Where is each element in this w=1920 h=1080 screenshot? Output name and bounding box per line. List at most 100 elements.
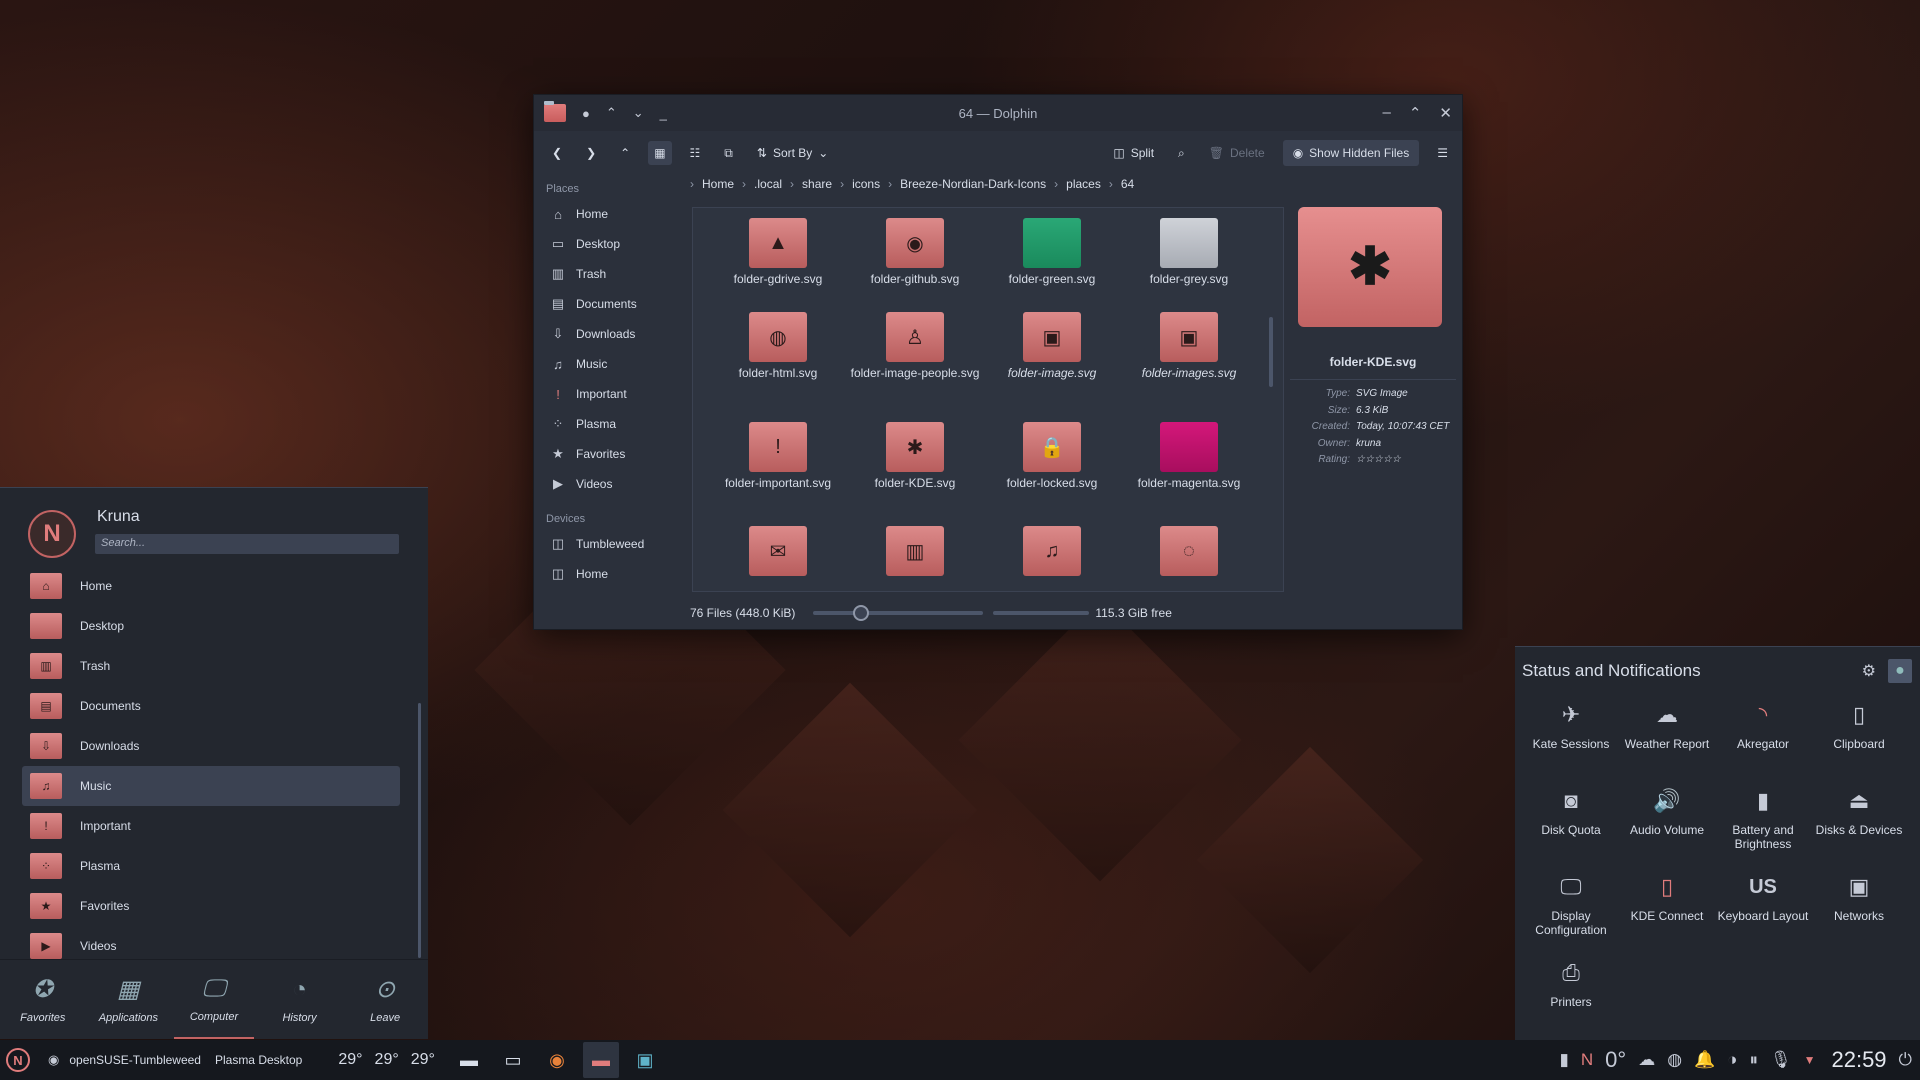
on-all-desktops-icon[interactable]: _ — [660, 106, 667, 121]
shade-up-icon[interactable]: ⌃ — [606, 105, 617, 121]
applet-keyboard[interactable]: US Keyboard Layout — [1715, 863, 1811, 949]
file-item[interactable]: folder-grey.svg — [1124, 212, 1254, 286]
launcher-item-favorites[interactable]: ★ Favorites — [22, 886, 400, 926]
sort-by-button[interactable]: ⇅ Sort By ⌄ — [751, 141, 834, 165]
expand-tray-arrow-icon[interactable]: ▼ — [1804, 1053, 1816, 1067]
opensuse-tray-icon[interactable]: N — [1581, 1050, 1593, 1070]
launcher-item-home[interactable]: ⌂ Home — [22, 566, 400, 606]
breadcrumb-segment[interactable]: 64 — [1121, 177, 1134, 191]
launcher-item-trash[interactable]: ▥ Trash — [22, 646, 400, 686]
network-icon[interactable]: ◍ — [1667, 1050, 1682, 1070]
sidebar-item-documents[interactable]: ▤ Documents — [534, 289, 684, 319]
pin-icon[interactable]: ● — [1888, 659, 1912, 683]
tab-favorites[interactable]: ✪ Favorites — [3, 960, 83, 1039]
microphone-icon[interactable]: 🎙 — [1770, 1050, 1792, 1070]
breadcrumb-segment[interactable]: Home — [702, 177, 734, 191]
file-item[interactable]: ✱ folder-KDE.svg — [850, 416, 980, 490]
applet-printer[interactable]: ⎙ Printers — [1523, 949, 1619, 1035]
file-item[interactable]: ! folder-important.svg — [713, 416, 843, 490]
weather-temp[interactable]: 0° — [1605, 1047, 1626, 1073]
configure-icon[interactable]: ⚙ — [1862, 661, 1876, 681]
applet-kate[interactable]: ✈ Kate Sessions — [1523, 691, 1619, 777]
icons-view-button[interactable]: ▦ — [648, 141, 672, 165]
compact-view-button[interactable]: ⧉ — [718, 141, 739, 166]
desktop-label[interactable]: Plasma Desktop — [215, 1053, 302, 1067]
back-button[interactable]: ❮ — [546, 141, 568, 165]
minimize-button[interactable]: – — [1383, 104, 1391, 122]
file-item[interactable]: ✉ — [713, 520, 843, 580]
launcher-item-important[interactable]: ! Important — [22, 806, 400, 846]
launcher-item-plasma[interactable]: ⁘ Plasma — [22, 846, 400, 886]
power-icon[interactable]: ⏻ — [1899, 1050, 1912, 1070]
file-item[interactable]: ◉ folder-github.svg — [850, 212, 980, 286]
applet-phone[interactable]: ▯ KDE Connect — [1619, 863, 1715, 949]
sidebar-item-plasma[interactable]: ⁘ Plasma — [534, 409, 684, 439]
image-viewer-icon[interactable]: ▣ — [627, 1042, 663, 1078]
file-item[interactable]: ▣ folder-images.svg — [1124, 306, 1254, 380]
clock[interactable]: 22:59 — [1831, 1047, 1886, 1073]
launcher-item-downloads[interactable]: ⇩ Downloads — [22, 726, 400, 766]
breadcrumb-segment[interactable]: share — [802, 177, 832, 191]
maximize-button[interactable]: ⌃ — [1409, 104, 1422, 122]
sidebar-item-trash[interactable]: ▥ Trash — [534, 259, 684, 289]
tab-applications[interactable]: ▦ Applications — [88, 960, 168, 1039]
scrollbar-thumb[interactable] — [1269, 317, 1273, 387]
applet-clipboard[interactable]: ▯ Clipboard — [1811, 691, 1907, 777]
media-pause-icon[interactable]: ⏸ — [1750, 1050, 1759, 1070]
file-item[interactable]: ▣ folder-image.svg — [987, 306, 1117, 380]
zoom-slider[interactable] — [813, 605, 984, 621]
tab-computer[interactable]: 🖵 Computer — [173, 960, 254, 1039]
dolphin-task-icon[interactable]: ▬ — [582, 1042, 619, 1078]
sidebar-item-important[interactable]: ! Important — [534, 379, 684, 409]
sidebar-item-home[interactable]: ⌂ Home — [534, 199, 684, 229]
file-item[interactable]: ♙ folder-image-people.svg — [850, 306, 980, 380]
breadcrumb-segment[interactable]: .local — [754, 177, 782, 191]
avatar[interactable]: N — [28, 510, 76, 558]
zoom-slider-knob[interactable] — [853, 605, 870, 621]
sidebar-item-desktop[interactable]: ▭ Desktop — [534, 229, 684, 259]
file-item[interactable]: ▥ — [850, 520, 980, 580]
rating-stars[interactable]: ☆☆☆☆☆ — [1356, 454, 1456, 467]
delete-button[interactable]: 🗑 Delete — [1203, 141, 1271, 165]
sidebar-item-music[interactable]: ♫ Music — [534, 349, 684, 379]
search-button[interactable]: ⌕ — [1172, 141, 1191, 166]
breadcrumb-segment[interactable]: icons — [852, 177, 880, 191]
file-item[interactable]: ▲ folder-gdrive.svg — [713, 212, 843, 286]
file-item[interactable]: ◍ folder-html.svg — [713, 306, 843, 380]
file-item[interactable]: 🔒 folder-locked.svg — [987, 416, 1117, 490]
hamburger-menu-button[interactable]: ☰ — [1431, 141, 1454, 165]
applet-battery[interactable]: ▮ Battery and Brightness — [1715, 777, 1811, 863]
file-item[interactable]: folder-green.svg — [987, 212, 1117, 286]
device-item-home[interactable]: ◫ Home — [534, 559, 684, 589]
applet-weather[interactable]: ☁ Weather Report — [1619, 691, 1715, 777]
pager-icon[interactable]: ▬ — [451, 1042, 487, 1078]
title-bar[interactable]: ● ⌃ ⌄ _ 64 — Dolphin – ⌃ ✕ — [534, 95, 1462, 131]
device-item-tumbleweed[interactable]: ◫ Tumbleweed — [534, 529, 684, 559]
applet-network[interactable]: ▣ Networks — [1811, 863, 1907, 949]
applet-usb[interactable]: ⏏ Disks & Devices — [1811, 777, 1907, 863]
launcher-scrollbar[interactable] — [418, 703, 421, 958]
launcher-item-music[interactable]: ♫ Music — [22, 766, 400, 806]
sidebar-item-downloads[interactable]: ⇩ Downloads — [534, 319, 684, 349]
launcher-item-desktop[interactable]: Desktop — [22, 606, 400, 646]
sidebar-item-videos[interactable]: ▶ Videos — [534, 469, 684, 499]
app-launcher-button[interactable]: N — [6, 1048, 30, 1072]
clock-status-icon[interactable]: ◑ — [1727, 1050, 1737, 1070]
forward-button[interactable]: ❯ — [580, 141, 602, 165]
applet-rss[interactable]: ◝ Akregator — [1715, 691, 1811, 777]
show-hidden-files-button[interactable]: ◉ Show Hidden Files — [1282, 140, 1420, 166]
breadcrumb-segment[interactable]: Breeze-Nordian-Dark-Icons — [900, 177, 1046, 191]
tab-leave[interactable]: ⊙ Leave — [345, 960, 425, 1039]
sidebar-item-favorites[interactable]: ★ Favorites — [534, 439, 684, 469]
split-button[interactable]: ◫ Split — [1107, 141, 1160, 165]
applet-volume[interactable]: 🔊 Audio Volume — [1619, 777, 1715, 863]
file-view[interactable]: ▲ folder-gdrive.svg ◉ folder-github.svg fold… — [692, 207, 1284, 592]
applet-disk-quota[interactable]: ◙ Disk Quota — [1523, 777, 1619, 863]
terminal-icon[interactable]: ▭ — [495, 1042, 531, 1078]
file-item[interactable]: folder-magenta.svg — [1124, 416, 1254, 490]
breadcrumb-segment[interactable]: places — [1066, 177, 1101, 191]
details-view-button[interactable]: ☷ — [684, 141, 707, 165]
keep-above-icon[interactable]: ● — [582, 106, 590, 121]
dolphin-app-icon[interactable] — [544, 101, 566, 122]
weather-cloud-icon[interactable]: ☁ — [1638, 1050, 1655, 1070]
